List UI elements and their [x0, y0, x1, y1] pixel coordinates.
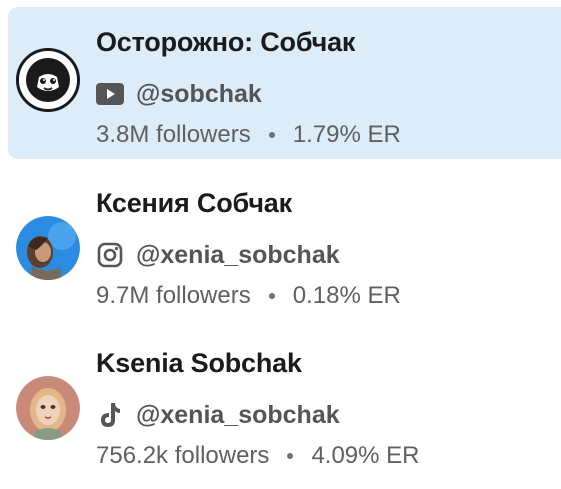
- avatar: [16, 376, 80, 440]
- handle-row: @xenia_sobchak: [96, 400, 340, 430]
- profile-item-youtube[interactable]: Осторожно: Собчак @sobchak 3.8M follower…: [8, 7, 561, 159]
- avatar: [16, 216, 80, 280]
- separator-dot: [287, 453, 294, 459]
- profile-list: Осторожно: Собчак @sobchak 3.8M follower…: [0, 0, 561, 489]
- separator-dot: [268, 132, 275, 138]
- profile-item-tiktok[interactable]: Ksenia Sobchak @xenia_sobchak 756.2k fol…: [8, 328, 561, 480]
- tiktok-icon: [96, 401, 124, 429]
- separator-dot: [268, 293, 275, 299]
- stats-row: 3.8M followers 1.79% ER: [96, 121, 401, 149]
- profile-handle: @sobchak: [136, 79, 262, 108]
- profile-item-instagram[interactable]: Ксения Собчак @xenia_sobchak 9.7M follow…: [8, 168, 561, 320]
- youtube-icon: [96, 80, 124, 108]
- profile-handle: @xenia_sobchak: [136, 400, 340, 429]
- profile-name: Ksenia Sobchak: [96, 348, 302, 378]
- profile-name: Ксения Собчак: [96, 188, 292, 218]
- followers-count: 3.8M followers: [96, 121, 251, 148]
- stats-row: 9.7M followers 0.18% ER: [96, 282, 401, 310]
- instagram-icon: [96, 241, 124, 269]
- engagement-rate: 1.79% ER: [292, 121, 401, 148]
- engagement-rate: 4.09% ER: [311, 442, 420, 469]
- followers-count: 9.7M followers: [96, 282, 251, 309]
- profile-handle: @xenia_sobchak: [136, 240, 340, 269]
- profile-name: Осторожно: Собчак: [96, 27, 356, 57]
- handle-row: @xenia_sobchak: [96, 240, 340, 270]
- stats-row: 756.2k followers 4.09% ER: [96, 442, 420, 470]
- engagement-rate: 0.18% ER: [292, 282, 401, 309]
- handle-row: @sobchak: [96, 79, 262, 109]
- avatar: [16, 48, 80, 112]
- followers-count: 756.2k followers: [96, 442, 270, 469]
